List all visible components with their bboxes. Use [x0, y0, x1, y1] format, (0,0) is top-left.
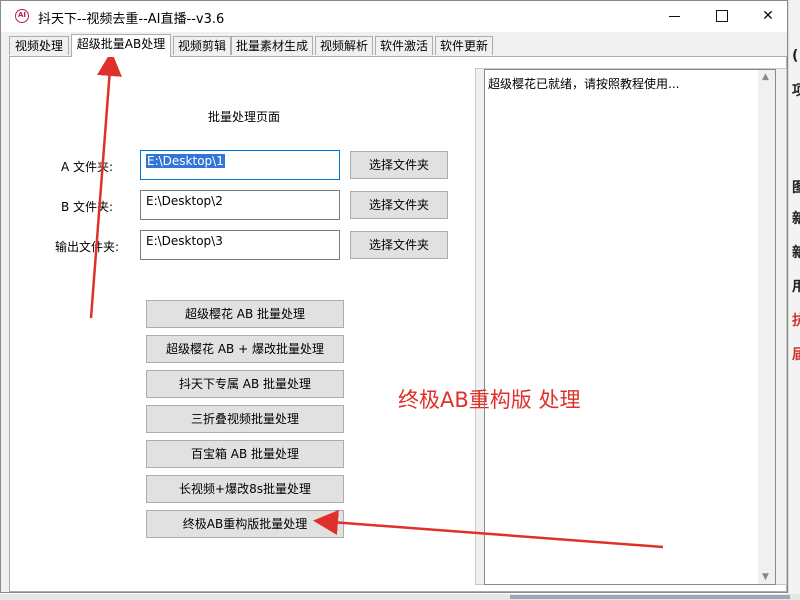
background-app-strip: ( 项 图 新 新 用 抗 届 — [788, 0, 800, 600]
output-folder-input[interactable]: E:\Desktop\3 — [140, 230, 340, 260]
output-folder-browse-button[interactable]: 选择文件夹 — [350, 231, 448, 259]
tab-software-update[interactable]: 软件更新 — [435, 36, 493, 55]
background-taskbar-strip — [0, 594, 800, 600]
folder-a-browse-button[interactable]: 选择文件夹 — [350, 151, 448, 179]
log-textarea[interactable]: 超级樱花已就绪，请按照教程使用... ▲ ▼ — [484, 69, 776, 585]
scroll-up-icon[interactable]: ▲ — [762, 72, 769, 82]
background-char: 届 — [792, 347, 800, 363]
close-button[interactable]: ✕ — [745, 1, 791, 31]
folder-b-value: E:\Desktop\2 — [146, 194, 223, 208]
minimize-icon — [668, 15, 680, 17]
tab-video-editing[interactable]: 视频剪辑 — [173, 36, 231, 55]
tab-super-batch-ab[interactable]: 超级批量AB处理 — [71, 34, 171, 57]
annotation-label: 终极AB重构版 处理 — [398, 388, 581, 412]
log-panel: 超级樱花已就绪，请按照教程使用... ▲ ▼ — [475, 68, 787, 585]
tab-video-processing[interactable]: 视频处理 — [9, 36, 69, 55]
title-bar[interactable]: AI 抖天下--视频去重--AI直播--v3.6 ✕ — [1, 1, 787, 32]
trifold-video-batch-button[interactable]: 三折叠视频批量处理 — [146, 405, 344, 433]
background-char: 项 — [792, 83, 800, 99]
background-char: 新 — [792, 211, 800, 227]
scroll-down-icon[interactable]: ▼ — [762, 572, 769, 582]
window-title: 抖天下--视频去重--AI直播--v3.6 — [38, 12, 225, 27]
tab-software-activation[interactable]: 软件激活 — [375, 36, 433, 55]
close-icon: ✕ — [762, 8, 774, 24]
tab-bar: 视频处理 超级批量AB处理 视频剪辑 批量素材生成 视频解析 软件激活 软件更新 — [9, 34, 785, 57]
folder-b-label: B 文件夹: — [61, 200, 114, 214]
folder-b-browse-button[interactable]: 选择文件夹 — [350, 191, 448, 219]
app-window: AI 抖天下--视频去重--AI直播--v3.6 ✕ 视频处理 超级批量AB处理… — [0, 0, 788, 593]
folder-a-label: A 文件夹: — [61, 160, 114, 174]
background-char: 新 — [792, 245, 800, 261]
maximize-icon — [716, 10, 728, 22]
background-segment — [510, 595, 790, 599]
background-char: 抗 — [792, 313, 800, 329]
minimize-button[interactable] — [651, 1, 697, 31]
log-scrollbar[interactable]: ▲ ▼ — [758, 70, 775, 584]
folder-b-input[interactable]: E:\Desktop\2 — [140, 190, 340, 220]
page-heading: 批量处理页面 — [208, 110, 281, 124]
super-sakura-ab-remix-button[interactable]: 超级樱花 AB + 爆改批量处理 — [146, 335, 344, 363]
doutianxia-exclusive-ab-button[interactable]: 抖天下专属 AB 批量处理 — [146, 370, 344, 398]
super-sakura-ab-button[interactable]: 超级樱花 AB 批量处理 — [146, 300, 344, 328]
long-video-remix-8s-button[interactable]: 长视频+爆改8s批量处理 — [146, 475, 344, 503]
log-message: 超级樱花已就绪，请按照教程使用... — [488, 77, 680, 91]
tab-video-parse[interactable]: 视频解析 — [315, 36, 373, 55]
app-logo-icon: AI — [15, 9, 29, 23]
folder-a-value: E:\Desktop\1 — [146, 154, 225, 168]
background-char: ( — [792, 48, 799, 64]
output-folder-value: E:\Desktop\3 — [146, 234, 223, 248]
tab-batch-material[interactable]: 批量素材生成 — [231, 36, 313, 55]
ultimate-ab-rebuild-button[interactable]: 终极AB重构版批量处理 — [146, 510, 344, 538]
output-folder-label: 输出文件夹: — [55, 240, 120, 254]
treasure-box-ab-button[interactable]: 百宝箱 AB 批量处理 — [146, 440, 344, 468]
folder-a-input[interactable]: E:\Desktop\1 — [140, 150, 340, 180]
background-char: 用 — [792, 279, 800, 295]
maximize-button[interactable] — [699, 1, 745, 31]
background-char: 图 — [792, 180, 800, 196]
